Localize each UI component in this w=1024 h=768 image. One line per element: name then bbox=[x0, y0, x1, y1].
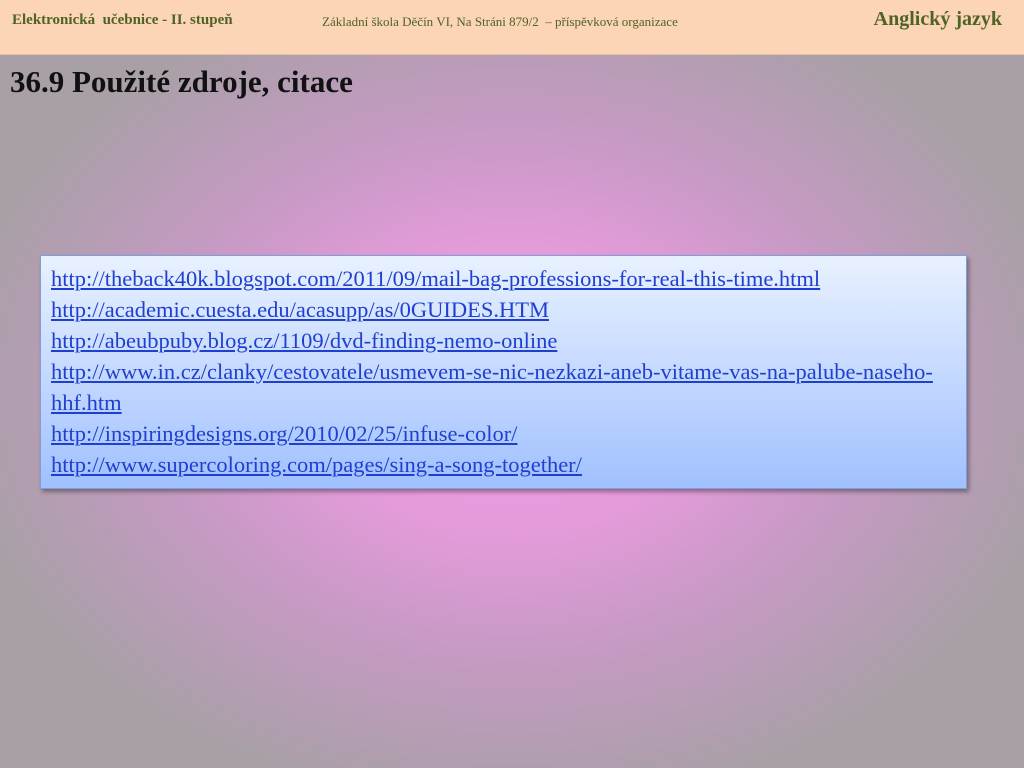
header-bar: Elektronická učebnice - II. stupeň Zákla… bbox=[0, 0, 1024, 55]
page-title: 36.9 Použité zdroje, citace bbox=[10, 64, 353, 99]
sources-list: http://theback40k.blogspot.com/2011/09/m… bbox=[40, 255, 967, 489]
source-link-1[interactable]: http://theback40k.blogspot.com/2011/09/m… bbox=[51, 263, 966, 294]
header-textbook-label: Elektronická učebnice - II. stupeň bbox=[12, 12, 233, 28]
source-link-6[interactable]: http://www.supercoloring.com/pages/sing-… bbox=[51, 449, 966, 480]
header-subject: Anglický jazyk bbox=[873, 8, 1002, 30]
source-link-2[interactable]: http://academic.cuesta.edu/acasupp/as/0G… bbox=[51, 294, 966, 325]
source-link-5[interactable]: http://inspiringdesigns.org/2010/02/25/i… bbox=[51, 418, 966, 449]
source-link-3[interactable]: http://abeubpuby.blog.cz/1109/dvd-findin… bbox=[51, 325, 966, 356]
source-link-4[interactable]: http://www.in.cz/clanky/cestovatele/usme… bbox=[51, 356, 966, 418]
header-school-name: Základní škola Děčín VI, Na Stráni 879/2… bbox=[322, 14, 678, 29]
